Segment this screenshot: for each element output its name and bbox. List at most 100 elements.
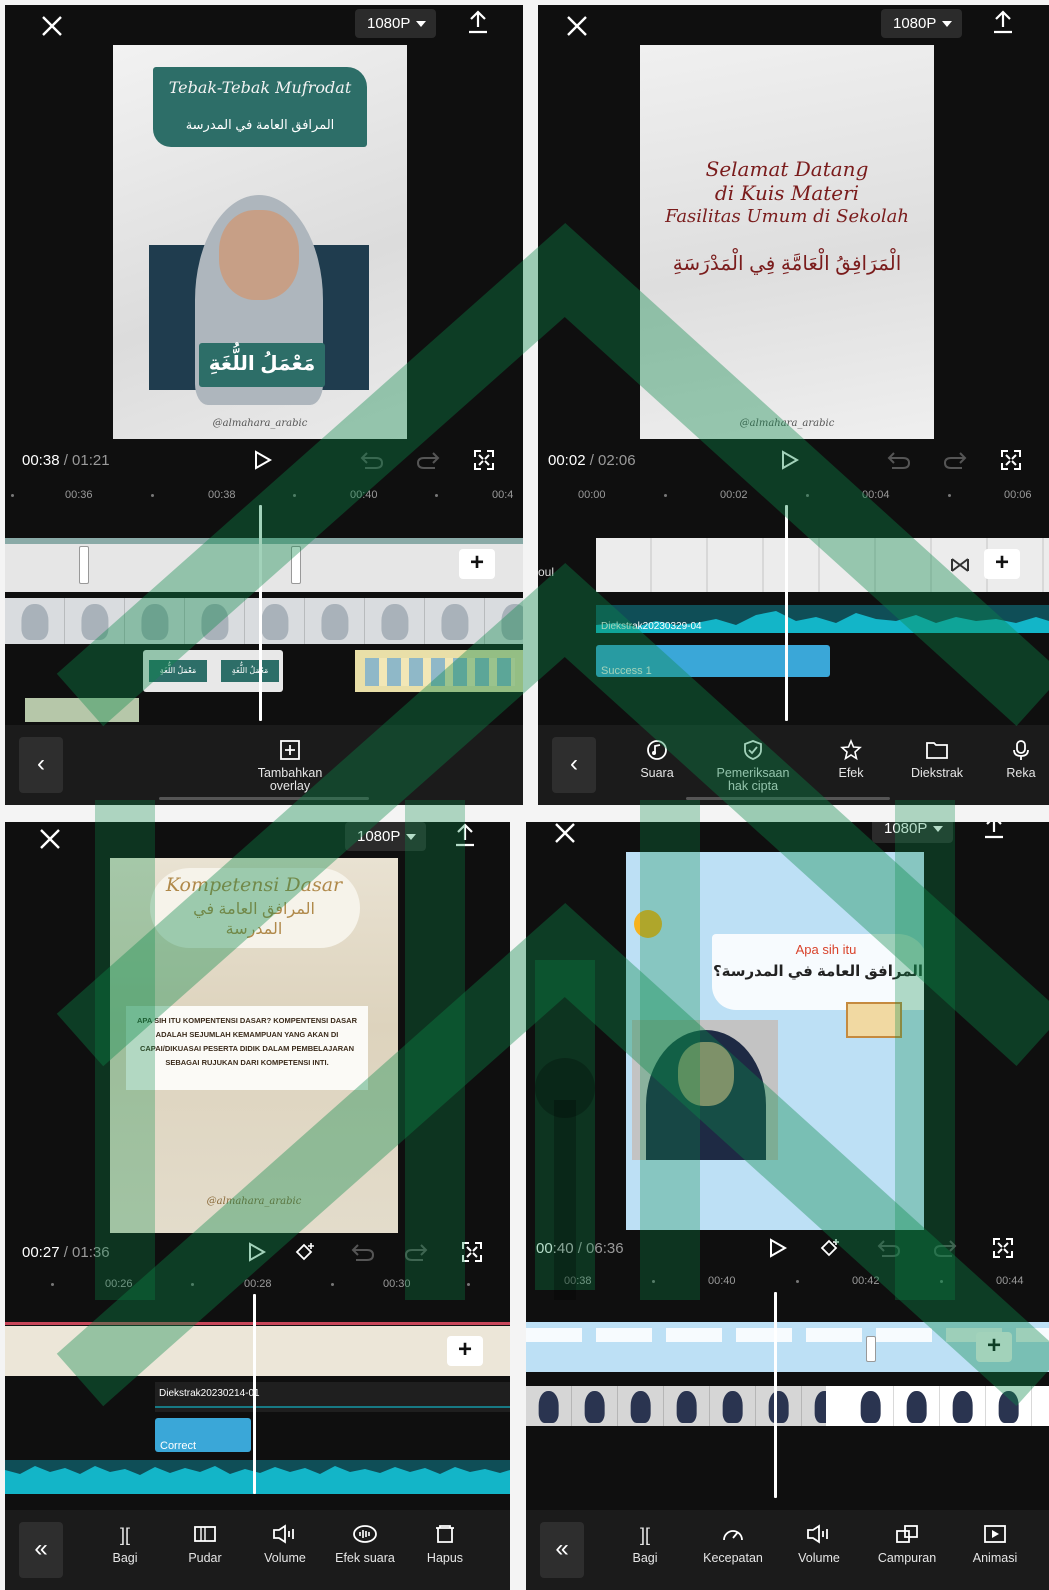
classroom-overlay-clip[interactable] bbox=[355, 650, 523, 692]
add-clip-button[interactable]: + bbox=[459, 549, 495, 579]
add-clip-button[interactable]: + bbox=[984, 549, 1020, 579]
redo-icon[interactable] bbox=[403, 1243, 429, 1261]
chevron-down-icon bbox=[933, 826, 944, 833]
video-preview[interactable]: Selamat Datang di Kuis Materi Fasilitas … bbox=[640, 45, 934, 439]
close-icon[interactable] bbox=[552, 822, 578, 846]
welcome-line-1: Selamat Datang bbox=[705, 157, 869, 181]
extracted-audio-track[interactable]: Diekstrak20230214-01 bbox=[155, 1382, 510, 1412]
resolution-dropdown[interactable]: 1080P bbox=[345, 822, 427, 851]
close-icon[interactable] bbox=[39, 13, 65, 39]
undo-icon[interactable] bbox=[350, 1243, 376, 1261]
text-overlay-clip[interactable]: مَعْمَلُ اللُّغَةِ مَعْمَلُ اللُّغَةِ bbox=[143, 650, 283, 692]
back-button[interactable]: « bbox=[19, 1522, 63, 1578]
export-icon[interactable] bbox=[453, 822, 477, 848]
person-photo bbox=[632, 1020, 778, 1160]
video-preview[interactable]: Kompetensi Dasar المرافق العامة في المدر… bbox=[110, 858, 398, 1233]
animation-button[interactable]: Animasi bbox=[950, 1524, 1040, 1565]
title-script: Kompetensi Dasar bbox=[165, 874, 343, 896]
undo-icon[interactable] bbox=[876, 1239, 902, 1257]
play-icon[interactable] bbox=[766, 1237, 788, 1259]
main-video-track[interactable] bbox=[5, 1326, 510, 1376]
close-icon[interactable] bbox=[564, 13, 590, 39]
back-button[interactable]: ‹ bbox=[552, 737, 596, 793]
extracted-audio-track[interactable]: Diekstrak20230329-04 bbox=[596, 605, 1049, 633]
fullscreen-icon[interactable] bbox=[461, 1241, 483, 1263]
split-icon: ][ bbox=[119, 1525, 130, 1545]
timeline-ruler[interactable]: 00:36 00:38 00:40 00:4 bbox=[5, 485, 523, 505]
video-preview[interactable]: Tebak-Tebak Mufrodat المرافق العامة في ا… bbox=[113, 45, 407, 439]
playhead[interactable] bbox=[259, 505, 262, 721]
fullscreen-icon[interactable] bbox=[1000, 449, 1022, 471]
volume-icon bbox=[240, 1524, 330, 1546]
play-icon[interactable] bbox=[245, 1241, 267, 1263]
main-video-track[interactable] bbox=[526, 1322, 1049, 1372]
fullscreen-icon[interactable] bbox=[992, 1237, 1014, 1259]
add-clip-button[interactable]: + bbox=[976, 1332, 1012, 1362]
effects-button[interactable]: Efek bbox=[806, 738, 896, 780]
close-icon[interactable] bbox=[37, 826, 63, 852]
redo-icon[interactable] bbox=[942, 451, 968, 469]
undo-icon[interactable] bbox=[359, 451, 385, 469]
main-video-track[interactable] bbox=[596, 538, 1049, 592]
redo-icon[interactable] bbox=[415, 451, 441, 469]
back-button[interactable]: ‹ bbox=[19, 737, 63, 793]
transition-icon[interactable] bbox=[950, 557, 970, 573]
undo-icon[interactable] bbox=[886, 451, 912, 469]
fade-icon bbox=[160, 1524, 250, 1546]
split-icon: ][ bbox=[639, 1525, 650, 1545]
timeline-ruler[interactable]: 00:26 00:28 00:30 bbox=[5, 1274, 510, 1294]
voice-effect-button[interactable]: Efek suara bbox=[320, 1524, 410, 1565]
playhead[interactable] bbox=[785, 505, 788, 721]
export-icon[interactable] bbox=[982, 822, 1006, 840]
playhead[interactable] bbox=[774, 1292, 777, 1498]
volume-button[interactable]: Volume bbox=[240, 1524, 330, 1565]
photo-overlay-clip[interactable] bbox=[25, 698, 139, 722]
editor-screen-1: 1080P Tebak-Tebak Mufrodat المرافق العام… bbox=[5, 5, 523, 805]
speed-button[interactable]: Kecepatan bbox=[688, 1524, 778, 1565]
fullscreen-icon[interactable] bbox=[473, 449, 495, 471]
sound-effect-clip[interactable]: Success 1 bbox=[596, 645, 830, 677]
resolution-dropdown[interactable]: 1080P bbox=[355, 9, 437, 38]
add-clip-button[interactable]: + bbox=[447, 1336, 483, 1366]
mix-button[interactable]: Campuran bbox=[862, 1524, 952, 1565]
sound-effect-clip[interactable]: Correct bbox=[155, 1418, 251, 1452]
title-arabic: الْمَرَافِقُ الْعَامَّةِ فِي الْمَدْرَسَ… bbox=[672, 253, 902, 275]
extracted-button[interactable]: Diekstrak bbox=[892, 739, 982, 780]
volume-button[interactable]: Volume bbox=[774, 1524, 864, 1565]
volume-icon bbox=[774, 1524, 864, 1546]
split-button[interactable]: ][ Bagi bbox=[600, 1524, 690, 1565]
redo-icon[interactable] bbox=[932, 1239, 958, 1257]
copyright-check-button[interactable]: Pemeriksaan hak cipta bbox=[708, 739, 798, 793]
keyframe-icon[interactable] bbox=[293, 1241, 319, 1263]
timecode: 00:02 / 02:06 bbox=[548, 452, 636, 469]
playhead[interactable] bbox=[253, 1294, 256, 1494]
resolution-dropdown[interactable]: 1080P bbox=[872, 822, 954, 843]
main-video-track[interactable] bbox=[5, 538, 523, 592]
keyframe-icon[interactable] bbox=[818, 1237, 844, 1259]
split-button[interactable]: ][ Bagi bbox=[80, 1524, 170, 1565]
body-text: APA SIH ITU KOMPENTENSI DASAR? KOMPENTEN… bbox=[136, 1016, 357, 1067]
sun-icon bbox=[634, 910, 662, 938]
play-icon[interactable] bbox=[251, 449, 273, 471]
timeline-ruler[interactable]: 00:38 00:40 00:42 00:44 bbox=[526, 1271, 1049, 1291]
fade-button[interactable]: Pudar bbox=[160, 1524, 250, 1565]
video-preview[interactable]: Apa sih itu المرافق العامة في المدرسة؟ bbox=[626, 852, 924, 1230]
add-overlay-button[interactable]: Tambahkan overlay bbox=[245, 739, 335, 793]
music-track[interactable] bbox=[5, 1460, 510, 1494]
welcome-line-2: di Kuis Materi bbox=[714, 181, 860, 205]
timeline-ruler[interactable]: 00:00 00:02 00:04 00:06 bbox=[538, 485, 1049, 505]
export-icon[interactable] bbox=[991, 9, 1015, 35]
sound-button[interactable]: Suara bbox=[612, 739, 702, 780]
record-button[interactable]: Reka bbox=[976, 739, 1049, 780]
delete-button[interactable]: Hapus bbox=[400, 1524, 490, 1565]
welcome-line-3: Fasilitas Umum di Sekolah bbox=[665, 206, 909, 227]
play-icon[interactable] bbox=[778, 449, 800, 471]
bottom-toolbar: « ][ Bagi Kecepatan Volume Campuran Anim… bbox=[526, 1510, 1049, 1590]
resolution-dropdown[interactable]: 1080P bbox=[881, 9, 963, 38]
timecode: 00:38 / 01:21 bbox=[22, 452, 110, 469]
person-video-track[interactable] bbox=[5, 598, 523, 644]
export-icon[interactable] bbox=[466, 9, 490, 35]
back-button[interactable]: « bbox=[540, 1522, 584, 1578]
person-video-track[interactable] bbox=[526, 1386, 1049, 1426]
track-marker-line bbox=[5, 1322, 510, 1325]
